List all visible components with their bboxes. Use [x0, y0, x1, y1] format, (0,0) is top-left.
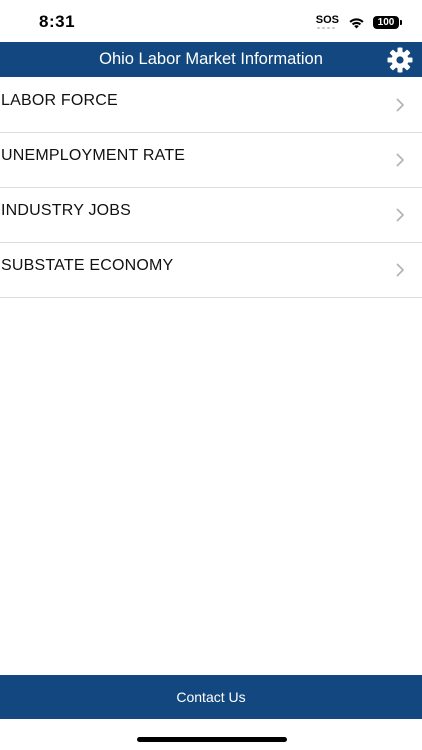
menu-item-label: UNEMPLOYMENT RATE — [1, 147, 186, 164]
app-screen: 8:31 SOS 100 Ohio Labor Market Informati… — [0, 0, 422, 750]
status-time: 8:31 — [39, 12, 76, 31]
gear-icon[interactable] — [386, 46, 414, 74]
menu-item-labor-force[interactable]: LABOR FORCE — [0, 78, 422, 133]
menu-item-label: SUBSTATE ECONOMY — [1, 257, 174, 274]
menu-item-industry-jobs[interactable]: INDUSTRY JOBS — [0, 188, 422, 243]
page-title: Ohio Labor Market Information — [99, 50, 323, 68]
battery-icon: 100 — [373, 15, 399, 29]
contact-us-label: Contact Us — [176, 689, 246, 705]
sos-label: SOS — [315, 14, 339, 26]
status-bar: 8:31 SOS 100 — [0, 0, 422, 42]
battery-level: 100 — [377, 16, 395, 28]
chevron-right-icon — [396, 208, 404, 222]
status-indicators: SOS 100 — [316, 13, 402, 31]
app-header: Ohio Labor Market Information — [0, 42, 422, 77]
battery-cap — [400, 19, 402, 25]
chevron-right-icon — [396, 263, 404, 277]
menu-item-unemployment-rate[interactable]: UNEMPLOYMENT RATE — [0, 133, 422, 188]
menu-item-label: LABOR FORCE — [1, 92, 118, 109]
chevron-right-icon — [396, 153, 404, 167]
menu-item-substate-economy[interactable]: SUBSTATE ECONOMY — [0, 243, 422, 298]
wifi-icon — [349, 17, 364, 28]
signal-dots-icon — [316, 27, 335, 30]
contact-us-button[interactable]: Contact Us — [0, 675, 422, 719]
chevron-right-icon — [396, 98, 404, 112]
sos-indicator: SOS — [315, 14, 339, 29]
menu-item-label: INDUSTRY JOBS — [1, 202, 132, 219]
menu-list: LABOR FORCE UNEMPLOYMENT RATE INDUSTRY J… — [0, 78, 422, 298]
home-indicator[interactable] — [137, 737, 287, 742]
